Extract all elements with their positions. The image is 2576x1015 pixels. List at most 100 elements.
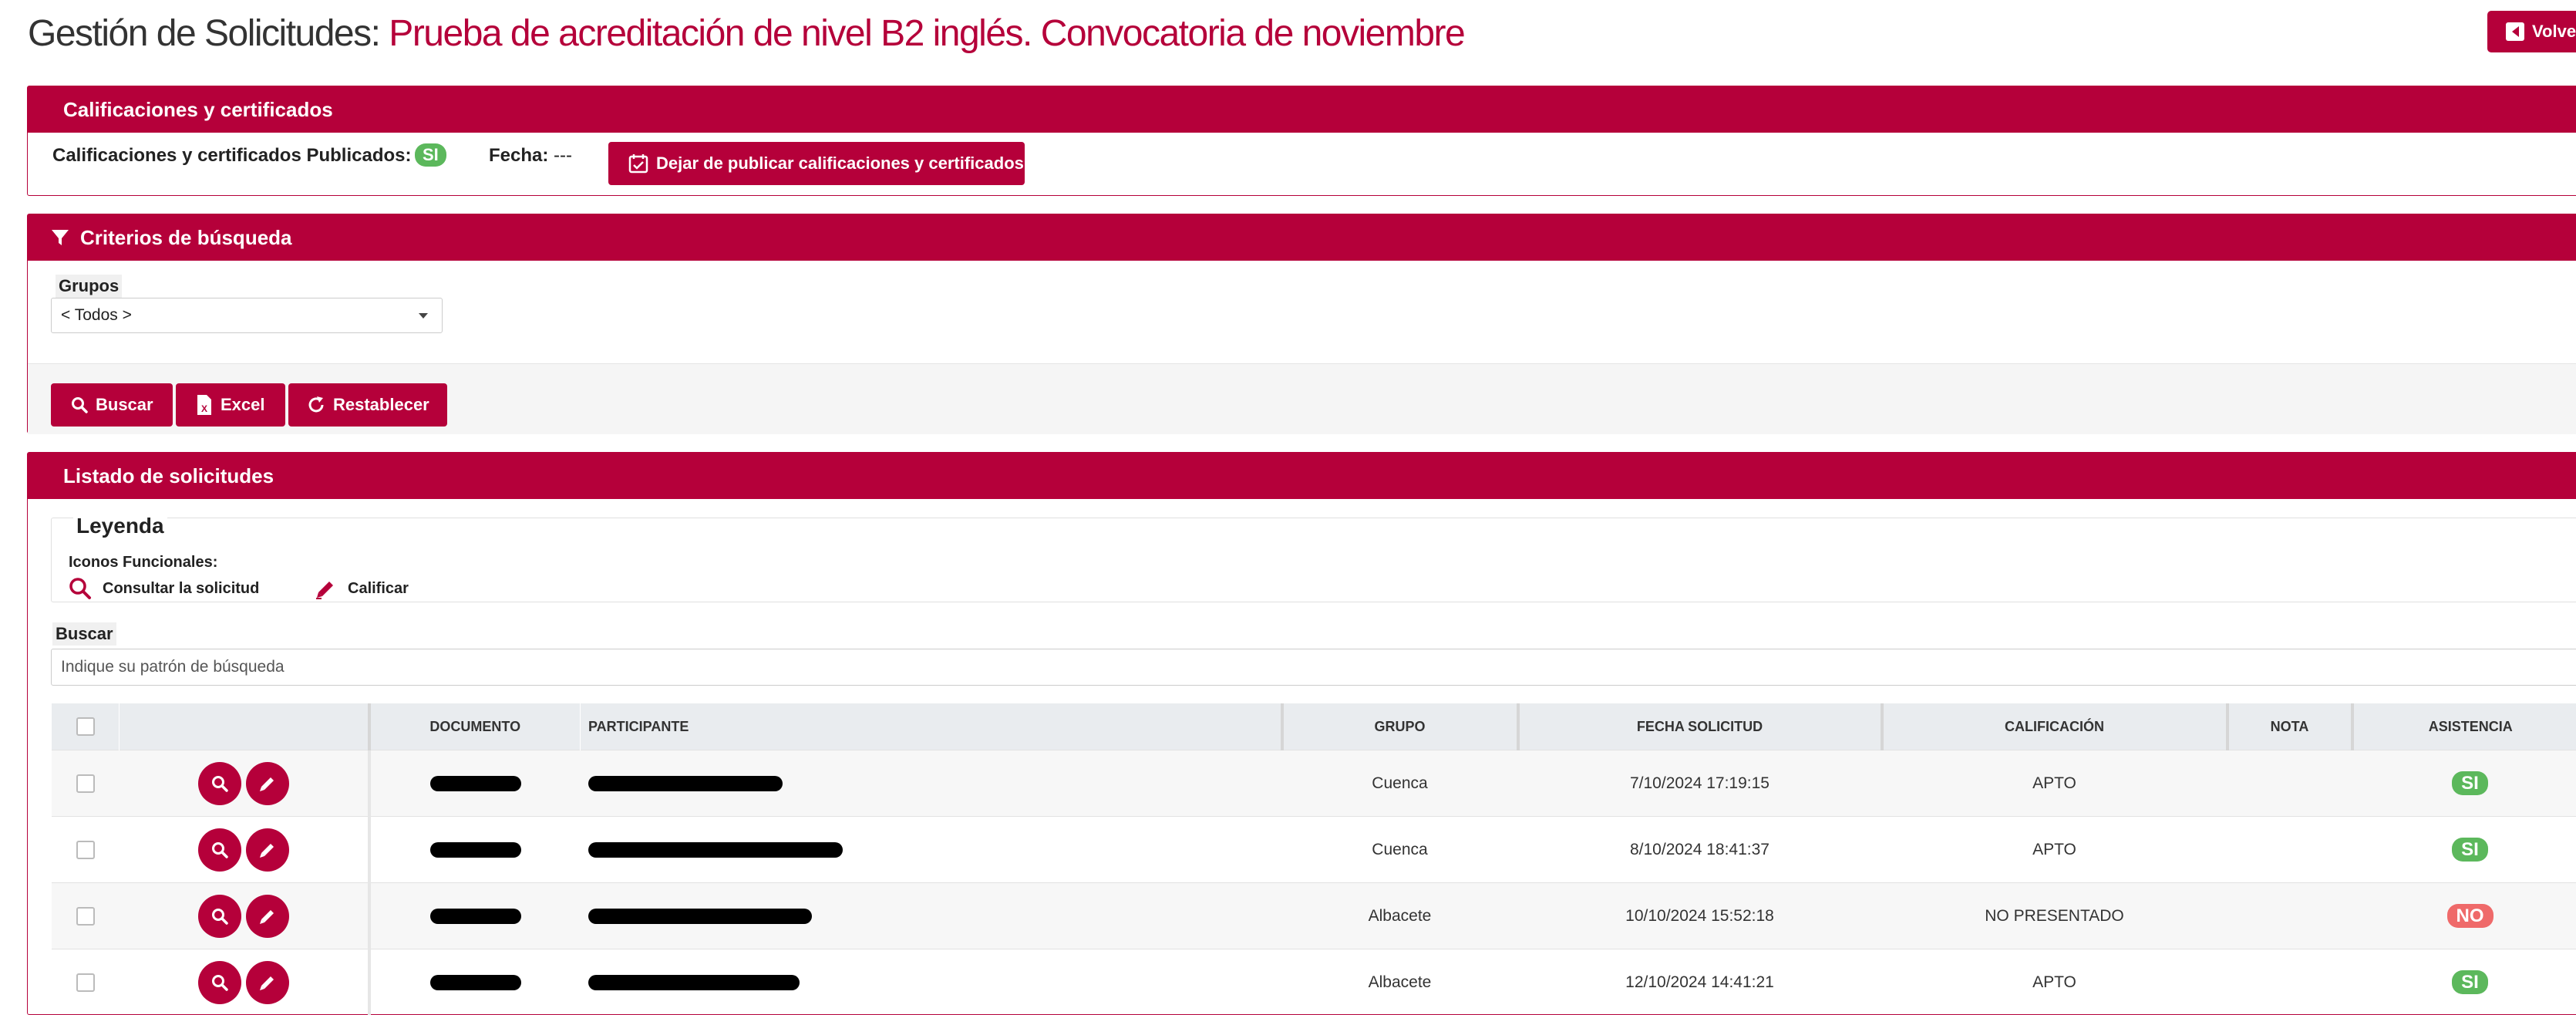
redacted-participante [588,776,783,791]
consultar-button[interactable] [198,828,241,872]
fecha-label: Fecha: [489,145,548,166]
refresh-icon [307,396,325,414]
asistencia-badge: SI [2452,970,2488,994]
row-checkbox[interactable] [76,774,95,793]
asistencia-cell: SI [2352,750,2576,817]
header-participante[interactable]: PARTICIPANTE [581,703,1282,750]
redacted-participante [588,842,843,858]
header-fecha-solicitud[interactable]: FECHA SOLICITUD [1518,703,1882,750]
grupo-cell: Cuenca [1282,817,1518,883]
legend-item-calificar: Calificar [314,577,409,600]
grupo-cell: Albacete [1282,949,1518,1015]
table-search-input[interactable]: Indique su patrón de búsqueda [51,649,2576,686]
excel-file-icon: X [196,394,213,416]
row-actions [120,949,369,1015]
select-all-checkbox[interactable] [76,717,95,736]
search-icon [210,774,229,793]
search-icon [210,907,229,926]
nota-cell [2227,750,2352,817]
chevron-down-icon [419,313,428,319]
asistencia-cell: SI [2352,949,2576,1015]
documento-cell [369,817,581,883]
legend-calificar-label: Calificar [348,580,409,598]
legend-consultar-label: Consultar la solicitud [103,580,259,598]
page-title: Gestión de Solicitudes: Prueba de acredi… [28,9,1464,59]
search-icon [210,973,229,992]
published-label: Calificaciones y certificados Publicados… [52,145,412,167]
calificacion-cell: NO PRESENTADO [1882,883,2227,949]
table-header-row: DOCUMENTO PARTICIPANTE GRUPO FECHA SOLIC… [52,703,2576,750]
redacted-participante [588,909,812,924]
row-actions [120,817,369,883]
calendar-check-icon [628,153,648,174]
unpublish-button[interactable]: Dejar de publicar calificaciones y certi… [608,142,1025,185]
calificacion-cell: APTO [1882,817,2227,883]
header-actions [120,703,369,750]
row-checkbox[interactable] [76,907,95,926]
search-button[interactable]: Buscar [51,383,173,427]
participante-cell [581,883,1282,949]
redacted-documento [430,776,521,791]
header-asistencia[interactable]: ASISTENCIA [2352,703,2576,750]
legend-box: Leyenda Iconos Funcionales: Consultar la… [51,518,2576,602]
calificaciones-panel: Calificaciones y certificados Calificaci… [27,86,2576,196]
row-actions [120,750,369,817]
redacted-documento [430,909,521,924]
unpublish-button-label: Dejar de publicar calificaciones y certi… [656,153,1024,174]
excel-button[interactable]: X Excel [176,383,285,427]
search-button-label: Buscar [96,395,153,415]
back-button[interactable]: Volve [2487,11,2576,52]
pencil-icon [258,973,278,993]
page-title-name: Prueba de acreditación de nivel B2 inglé… [389,13,1464,54]
legend-title: Leyenda [73,514,167,538]
row-actions [120,883,369,949]
page-title-prefix: Gestión de Solicitudes: [28,13,379,54]
redacted-documento [430,975,521,990]
redacted-participante [588,975,800,990]
header-nota[interactable]: NOTA [2227,703,2352,750]
participante-cell [581,750,1282,817]
consultar-button[interactable] [198,961,241,1004]
header-grupo[interactable]: GRUPO [1282,703,1518,750]
redacted-documento [430,842,521,858]
table-row: Cuenca 8/10/2024 18:41:37 APTO SI [52,817,2576,883]
search-icon [210,841,229,859]
documento-cell [369,949,581,1015]
asistencia-badge: SI [2452,771,2488,795]
filter-icon [51,228,69,247]
row-select-cell [52,750,120,817]
nota-cell [2227,949,2352,1015]
calificar-button[interactable] [246,961,289,1004]
header-documento[interactable]: DOCUMENTO [369,703,581,750]
fecha-field: Fecha: --- [489,145,572,167]
header-calificacion[interactable]: CALIFICACIÓN [1882,703,2227,750]
asistencia-cell: NO [2352,883,2576,949]
criterios-panel-header[interactable]: Criterios de búsqueda [28,214,2576,261]
pencil-icon [258,906,278,926]
calificar-button[interactable] [246,828,289,872]
calificar-button[interactable] [246,895,289,938]
nota-cell [2227,883,2352,949]
row-select-cell [52,949,120,1015]
fecha-cell: 10/10/2024 15:52:18 [1518,883,1882,949]
back-icon [2506,22,2524,41]
row-checkbox[interactable] [76,973,95,992]
calificacion-cell: APTO [1882,949,2227,1015]
row-checkbox[interactable] [76,841,95,859]
grupos-select[interactable]: < Todos > [51,298,443,333]
consultar-button[interactable] [198,762,241,805]
search-icon [69,577,92,600]
pencil-icon [258,774,278,794]
criterios-panel: Criterios de búsqueda Grupos < Todos > B… [27,214,2576,433]
criterios-panel-title: Criterios de búsqueda [80,226,292,250]
table-search-placeholder: Indique su patrón de búsqueda [61,658,285,676]
legend-subtitle: Iconos Funcionales: [69,554,217,572]
solicitudes-table: DOCUMENTO PARTICIPANTE GRUPO FECHA SOLIC… [51,703,2576,1015]
fecha-cell: 7/10/2024 17:19:15 [1518,750,1882,817]
reset-button[interactable]: Restablecer [288,383,447,427]
header-select-all[interactable] [52,703,120,750]
calificar-button[interactable] [246,762,289,805]
table-row: Cuenca 7/10/2024 17:19:15 APTO SI [52,750,2576,817]
consultar-button[interactable] [198,895,241,938]
table-row: Albacete 10/10/2024 15:52:18 NO PRESENTA… [52,883,2576,949]
